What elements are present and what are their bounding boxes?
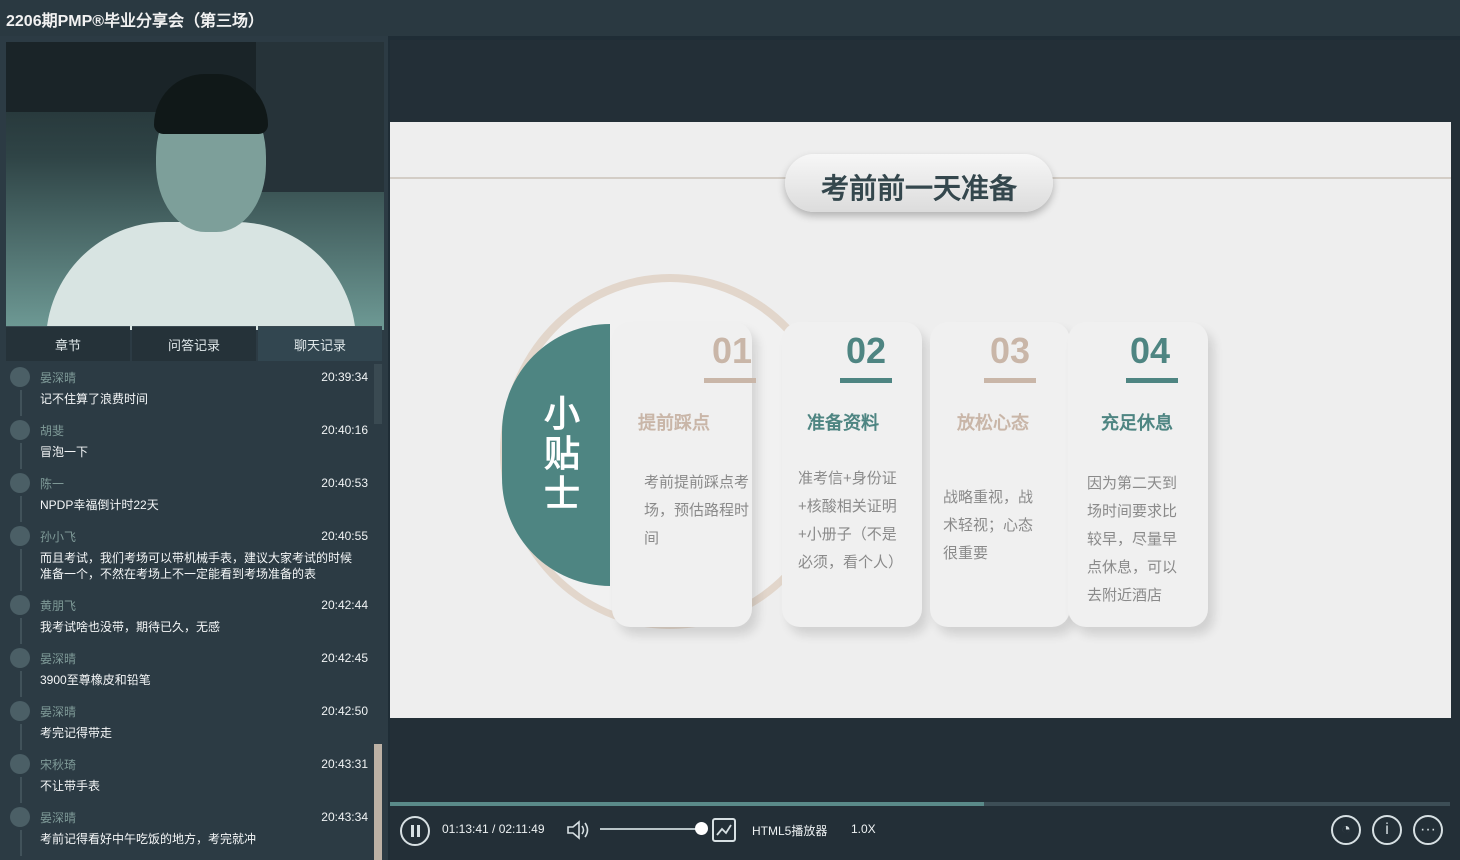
chat-author: 宋秋琦 xyxy=(40,758,77,772)
chat-text: 而且考试，我们考场可以带机械手表，建议大家考试的时候准备一个，不然在考场上不一定… xyxy=(40,551,353,581)
info-icon[interactable]: i xyxy=(1372,815,1402,845)
avatar xyxy=(10,648,30,668)
tip-bar-2 xyxy=(840,378,892,383)
avatar xyxy=(10,595,30,615)
volume-knob[interactable] xyxy=(695,822,708,835)
trend-mode-icon[interactable] xyxy=(712,818,736,842)
volume-slider[interactable] xyxy=(600,828,700,830)
chat-author: 晏深晴 xyxy=(40,371,77,385)
chat-author: 晏深晴 xyxy=(40,652,77,666)
tab-qa-records[interactable]: 问答记录 xyxy=(132,326,256,361)
chat-time: 20:43:31 xyxy=(321,757,368,771)
chat-author: 陈一 xyxy=(40,477,65,491)
chat-message: 黄朋飞 20:42:44 我考试啥也没带，期待已久，无感 xyxy=(6,592,372,645)
chat-time: 20:40:53 xyxy=(321,476,368,490)
tip-heading-1: 提前踩点 xyxy=(638,413,710,433)
chat-text: 我考试啥也没带，期待已久，无感 xyxy=(40,620,221,634)
chat-message: 晏深晴 20:43:34 考前记得看好中午吃饭的地方，考完就冲 xyxy=(6,804,372,857)
playback-time: 01:13:41 / 02:11:49 xyxy=(442,822,545,836)
tips-badge-text: 小贴士 xyxy=(543,393,580,514)
volume-icon[interactable] xyxy=(566,820,590,840)
chat-time: 20:42:45 xyxy=(321,651,368,665)
avatar xyxy=(10,420,30,440)
chat-message: 晏深晴 20:39:34 记不住算了浪费时间 xyxy=(6,364,372,417)
slide-title: 考前前一天准备 xyxy=(820,173,1017,204)
chat-message: 孙小飞 20:40:55 而且考试，我们考场可以带机械手表，建议大家考试的时候准… xyxy=(6,523,372,593)
title-bar: 2206期PMP®毕业分享会（第三场） xyxy=(0,0,1460,36)
chat-time: 20:42:44 xyxy=(321,598,368,612)
chat-text: NPDP幸福倒计时22天 xyxy=(40,498,159,512)
people-icon[interactable]: ◔ xyxy=(1331,815,1361,845)
presenter-video xyxy=(6,42,384,330)
avatar xyxy=(10,701,30,721)
tip-desc-4: 因为第二天到场时间要求比较早，尽量早点休息，可以去附近酒店 xyxy=(1087,475,1178,604)
chat-scrollbar[interactable] xyxy=(374,364,382,860)
side-tabs: 章节 问答记录 聊天记录 xyxy=(6,326,384,362)
tip-number-1: 01 xyxy=(712,330,753,371)
tip-bar-4 xyxy=(1126,378,1178,383)
tab-chat-records[interactable]: 聊天记录 xyxy=(258,326,382,361)
chat-text: 3900至尊橡皮和铅笔 xyxy=(40,673,151,687)
tip-bar-1 xyxy=(704,378,756,383)
chat-time: 20:39:34 xyxy=(321,370,368,384)
pause-button[interactable] xyxy=(400,816,430,846)
chat-list: 晏深晴 20:39:34 记不住算了浪费时间 胡斐 20:40:16 冒泡一下 … xyxy=(6,364,372,860)
avatar xyxy=(10,473,30,493)
presentation-slide: 考前前一天准备 小贴士 01 提前踩点 考前提前踩点考场，预估路程时间 02 准… xyxy=(390,122,1451,718)
tip-number-2: 02 xyxy=(846,330,887,371)
tip-desc-2: 准考信+身份证+核酸相关证明+小册子（不是必须，看个人） xyxy=(798,470,904,571)
chat-text: 不让带手表 xyxy=(40,779,101,793)
avatar xyxy=(10,807,30,827)
chat-message: 宋秋琦 20:43:31 不让带手表 xyxy=(6,751,372,804)
progress-fill xyxy=(390,802,984,806)
chat-message: 晏深晴 20:42:45 3900至尊橡皮和铅笔 xyxy=(6,645,372,698)
avatar xyxy=(10,526,30,546)
window-title: 2206期PMP®毕业分享会（第三场） xyxy=(6,13,265,30)
chat-time: 20:42:50 xyxy=(321,704,368,718)
tip-number-3: 03 xyxy=(990,330,1031,371)
chat-text: 冒泡一下 xyxy=(40,445,89,459)
speed-button[interactable]: 1.0X xyxy=(851,822,876,836)
chat-author: 孙小飞 xyxy=(40,530,77,544)
tip-bar-3 xyxy=(984,378,1036,383)
player-area: 考前前一天准备 小贴士 01 提前踩点 考前提前踩点考场，预估路程时间 02 准… xyxy=(390,40,1460,860)
tip-heading-3: 放松心态 xyxy=(957,413,1029,433)
player-engine[interactable]: HTML5播放器 xyxy=(752,822,827,839)
chat-text: 考完记得带走 xyxy=(40,726,113,740)
chat-time: 20:40:16 xyxy=(321,423,368,437)
chat-time: 20:43:34 xyxy=(321,810,368,824)
more-icon[interactable]: ··· xyxy=(1413,815,1443,845)
chat-scroll-thumb[interactable] xyxy=(374,744,382,860)
player-controls: 01:13:41 / 02:11:49 HTML5播放器 1.0X ◔ i ··… xyxy=(390,810,1460,850)
tip-desc-1: 考前提前踩点考场，预估路程时间 xyxy=(644,474,750,547)
chat-author: 晏深晴 xyxy=(40,705,77,719)
chat-author: 晏深晴 xyxy=(40,811,77,825)
tip-number-4: 04 xyxy=(1130,330,1171,371)
avatar xyxy=(10,754,30,774)
chat-message: 胡斐 20:40:16 冒泡一下 xyxy=(6,417,372,470)
chat-message: 陈一 20:40:53 NPDP幸福倒计时22天 xyxy=(6,470,372,523)
avatar xyxy=(10,367,30,387)
chat-text: 考前记得看好中午吃饭的地方，考完就冲 xyxy=(40,832,257,846)
tips-badge: 小贴士 xyxy=(502,324,610,586)
chat-text: 记不住算了浪费时间 xyxy=(40,392,149,406)
pause-icon xyxy=(411,825,414,837)
chat-author: 胡斐 xyxy=(40,424,65,438)
chat-time: 20:40:55 xyxy=(321,529,368,543)
chat-author: 黄朋飞 xyxy=(40,599,77,613)
tab-chapters[interactable]: 章节 xyxy=(6,326,130,361)
left-panel: 章节 问答记录 聊天记录 晏深晴 20:39:34 记不住算了浪费时间 胡斐 2… xyxy=(0,36,388,860)
tip-heading-4: 充足休息 xyxy=(1101,413,1173,433)
playback-progress[interactable] xyxy=(390,802,1450,806)
chat-message: 晏深晴 20:42:50 考完记得带走 xyxy=(6,698,372,751)
tip-heading-2: 准备资料 xyxy=(807,413,879,433)
tip-desc-3: 战略重视，战术轻视；心态很重要 xyxy=(943,489,1034,562)
